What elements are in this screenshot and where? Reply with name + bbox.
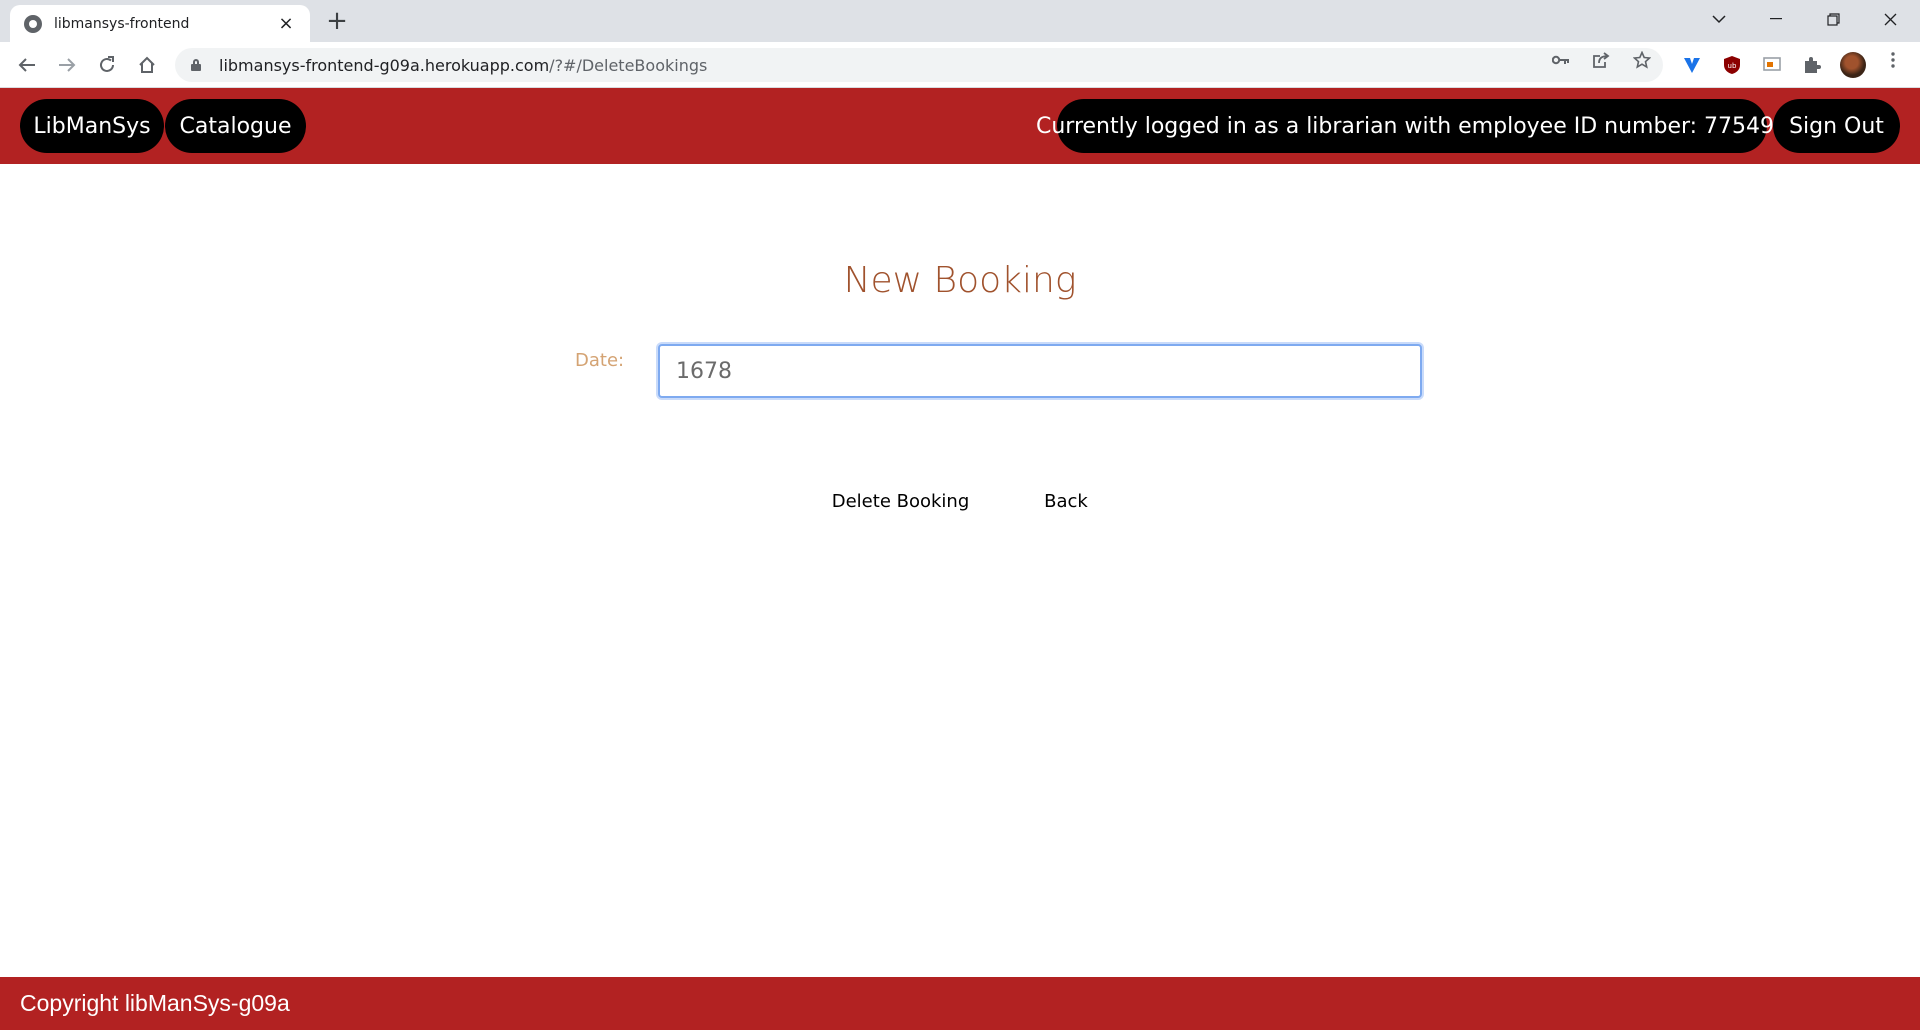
- cast-icon[interactable]: [1761, 54, 1783, 76]
- key-icon[interactable]: [1550, 49, 1572, 71]
- browser-tab[interactable]: libmansys-frontend ×: [10, 5, 310, 42]
- svg-text:ub: ub: [1728, 62, 1737, 70]
- delete-booking-button[interactable]: Delete Booking: [828, 488, 973, 514]
- restore-icon[interactable]: [1810, 0, 1856, 38]
- puzzle-extensions-icon[interactable]: [1801, 54, 1823, 76]
- bookmark-star-icon[interactable]: [1631, 49, 1653, 71]
- tab-search-icon[interactable]: [1696, 0, 1742, 38]
- date-label: Date:: [575, 350, 625, 371]
- browser-toolbar: libmansys-frontend-g09a.herokuapp.com/?#…: [0, 42, 1920, 88]
- home-icon[interactable]: [132, 50, 162, 80]
- extension-v-icon[interactable]: [1681, 54, 1703, 76]
- login-status-badge: Currently logged in as a librarian with …: [1036, 99, 1788, 153]
- url-host: libmansys-frontend-g09a.herokuapp.com: [219, 55, 550, 75]
- new-tab-button[interactable]: +: [323, 8, 351, 36]
- sign-out-button[interactable]: Sign Out: [1773, 99, 1900, 153]
- tab-title: libmansys-frontend: [54, 15, 190, 32]
- profile-avatar[interactable]: [1840, 52, 1866, 78]
- date-input[interactable]: [658, 344, 1422, 398]
- forward-arrow-icon[interactable]: [52, 50, 82, 80]
- brand-button[interactable]: LibManSys: [20, 99, 164, 153]
- address-bar[interactable]: libmansys-frontend-g09a.herokuapp.com/?#…: [175, 48, 1663, 82]
- catalogue-button[interactable]: Catalogue: [165, 99, 306, 153]
- page-title: New Booking: [843, 260, 1077, 301]
- app-footer: Copyright libManSys-g09a: [0, 977, 1920, 1030]
- kebab-menu-icon[interactable]: [1882, 49, 1904, 71]
- tab-close-icon[interactable]: ×: [276, 13, 296, 34]
- share-icon[interactable]: [1590, 49, 1612, 71]
- minimize-icon[interactable]: [1753, 0, 1799, 38]
- ublock-icon[interactable]: ub: [1721, 54, 1743, 76]
- app-header: LibManSys Catalogue Currently logged in …: [0, 88, 1920, 164]
- globe-icon: [24, 14, 42, 33]
- window-close-icon[interactable]: [1867, 0, 1913, 38]
- url-path: /?#/DeleteBookings: [549, 55, 708, 75]
- browser-tabstrip: libmansys-frontend × +: [0, 0, 1920, 42]
- copyright-text: Copyright libManSys-g09a: [20, 990, 290, 1016]
- back-arrow-icon[interactable]: [12, 50, 42, 80]
- back-button[interactable]: Back: [1040, 488, 1092, 514]
- reload-icon[interactable]: [92, 50, 122, 80]
- lock-icon[interactable]: [191, 59, 201, 71]
